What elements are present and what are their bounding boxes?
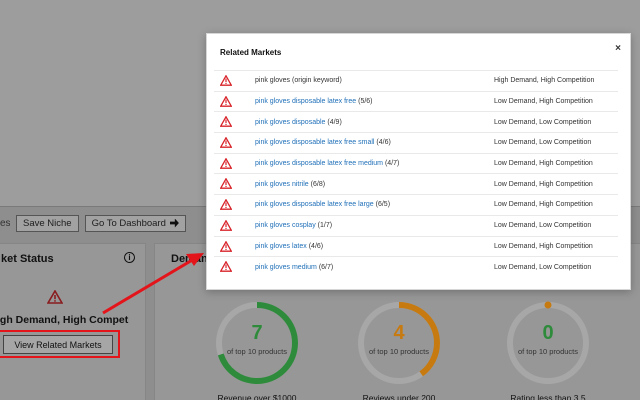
market-status: Low Demand, High Competition xyxy=(494,242,593,250)
market-keyword: pink gloves disposable latex free (5/6) xyxy=(255,98,373,105)
market-count: (6/7) xyxy=(318,263,334,271)
market-count: (4/9) xyxy=(327,118,342,126)
market-count: (1/7) xyxy=(317,222,333,230)
market-keyword: pink gloves disposable latex free medium… xyxy=(255,160,399,167)
related-markets-list: pink gloves (origin keyword) High Demand,… xyxy=(214,70,618,277)
warning-icon xyxy=(220,240,232,252)
market-status: Low Demand, Low Competition xyxy=(494,118,592,126)
market-status: Low Demand, High Competition xyxy=(494,98,593,106)
table-row: pink gloves (origin keyword) High Demand,… xyxy=(214,70,618,91)
market-keyword: pink gloves (origin keyword) xyxy=(255,77,342,84)
market-keyword: pink gloves disposable latex free large … xyxy=(255,201,390,208)
market-link[interactable]: pink gloves latex xyxy=(255,243,307,250)
warning-icon xyxy=(220,137,232,148)
table-row: pink gloves medium (6/7) Low Demand, Low … xyxy=(214,256,618,277)
warning-icon xyxy=(220,219,232,231)
warning-icon xyxy=(220,75,232,86)
warning-icon xyxy=(220,157,232,169)
market-link[interactable]: pink gloves disposable latex free medium xyxy=(255,160,383,167)
market-status: Low Demand, Low Competition xyxy=(494,222,592,230)
market-status: High Demand, High Competition xyxy=(494,77,595,85)
market-keyword: pink gloves nitrile (6/8) xyxy=(255,181,325,188)
warning-icon xyxy=(220,116,232,128)
market-count: (6/5) xyxy=(375,201,391,209)
market-count: (4/7) xyxy=(384,160,400,168)
table-row: pink gloves latex (4/6) Low Demand, High … xyxy=(214,235,618,257)
modal-title: Related Markets xyxy=(220,48,282,57)
market-link[interactable]: pink gloves disposable xyxy=(255,119,325,126)
market-count: (origin keyword) xyxy=(291,77,342,85)
market-status: Low Demand, High Competition xyxy=(494,180,593,188)
market-link[interactable]: pink gloves medium xyxy=(255,264,317,271)
market-count: (6/8) xyxy=(310,180,326,188)
market-count: (4/6) xyxy=(376,139,391,147)
market-status: Low Demand, Low Competition xyxy=(494,263,592,271)
market-keyword: pink gloves medium (6/7) xyxy=(255,264,333,271)
related-markets-modal: Related Markets × pink gloves (origin ke… xyxy=(206,33,631,290)
warning-icon xyxy=(220,178,232,190)
market-status: Low Demand, Low Competition xyxy=(494,139,592,147)
table-row: pink gloves disposable latex free large … xyxy=(214,194,618,215)
market-link[interactable]: pink gloves disposable latex free large xyxy=(255,201,374,208)
market-count: (5/6) xyxy=(358,98,373,106)
market-link[interactable]: pink gloves cosplay xyxy=(255,222,316,229)
market-link[interactable]: pink gloves disposable latex free xyxy=(255,98,356,105)
table-row: pink gloves disposable (4/9) Low Demand, … xyxy=(214,111,618,132)
close-icon[interactable]: × xyxy=(615,43,621,54)
market-keyword: pink gloves disposable (4/9) xyxy=(255,119,342,126)
warning-icon xyxy=(220,261,232,273)
table-row: pink gloves disposable latex free medium… xyxy=(214,152,618,174)
table-row: pink gloves disposable latex free (5/6) L… xyxy=(214,90,618,112)
origin-keyword: pink gloves xyxy=(255,77,291,85)
table-row: pink gloves disposable latex free small … xyxy=(214,132,618,153)
warning-icon xyxy=(220,199,232,210)
market-link[interactable]: pink gloves nitrile xyxy=(255,181,309,188)
market-keyword: pink gloves cosplay (1/7) xyxy=(255,222,332,229)
market-status: Low Demand, High Competition xyxy=(494,160,593,168)
market-keyword: pink gloves disposable latex free small … xyxy=(255,139,391,146)
warning-icon xyxy=(220,95,232,107)
table-row: pink gloves cosplay (1/7) Low Demand, Low… xyxy=(214,214,618,236)
table-row: pink gloves nitrile (6/8) Low Demand, Hig… xyxy=(214,173,618,194)
market-link[interactable]: pink gloves disposable latex free small xyxy=(255,139,374,146)
market-status: Low Demand, High Competition xyxy=(494,201,593,209)
market-count: (4/6) xyxy=(308,242,324,250)
market-keyword: pink gloves latex (4/6) xyxy=(255,243,323,250)
